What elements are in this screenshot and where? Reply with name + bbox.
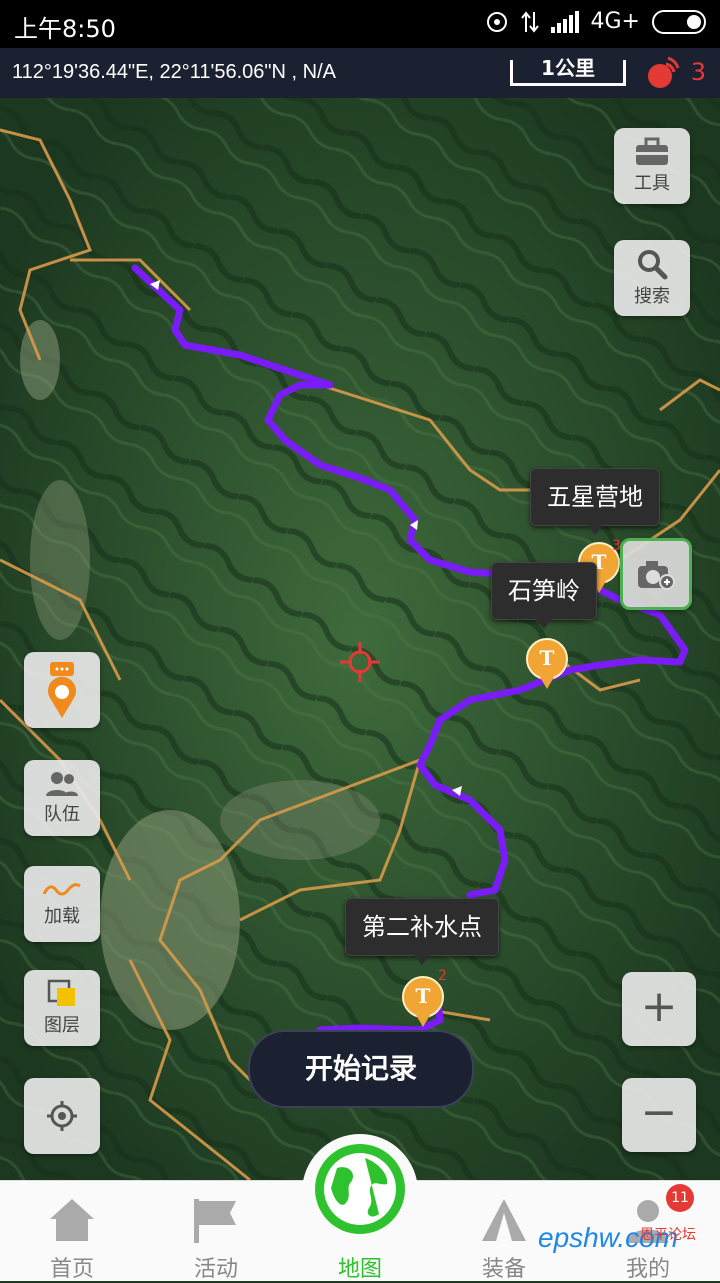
globe-icon — [315, 1144, 405, 1234]
map-canvas[interactable] — [0, 98, 720, 1180]
map-scale: 1公里 — [510, 58, 626, 86]
signal-icon — [550, 10, 579, 33]
location-share-button[interactable] — [24, 652, 100, 728]
home-icon — [50, 1199, 94, 1241]
status-time: 上午8:50 — [14, 15, 116, 43]
team-icon — [46, 772, 78, 796]
nav-map-label: 地图 — [337, 1257, 382, 1282]
pin-number: 2 — [438, 968, 447, 984]
layers-icon — [47, 979, 75, 1006]
layers-button[interactable]: 图层 — [24, 970, 100, 1046]
zoom-in-button[interactable]: + — [622, 972, 696, 1046]
flag-icon — [194, 1199, 236, 1243]
load-label: 加载 — [44, 906, 80, 927]
status-icons: 4G+ — [485, 9, 706, 34]
load-track-button[interactable]: 加载 — [24, 866, 100, 942]
tools-button[interactable]: 工具 — [614, 128, 690, 204]
nav-home-label: 首页 — [49, 1257, 94, 1282]
camera-button[interactable] — [620, 538, 692, 610]
nav-activity-label: 活动 — [193, 1257, 238, 1282]
clearing — [100, 810, 240, 1030]
nav-profile-label: 我的 — [625, 1257, 670, 1282]
watermark-small: 恩平论坛 — [640, 1227, 696, 1243]
notification-badge: 11 — [666, 1184, 694, 1212]
clearing — [220, 780, 380, 860]
map-view[interactable] — [0, 98, 720, 1180]
track-wave-icon — [42, 883, 81, 896]
zoom-out-button[interactable]: − — [622, 1078, 696, 1152]
search-icon — [638, 250, 668, 280]
status-bar: 上午8:50 4G+ — [0, 0, 720, 48]
satellite-count: 3 — [690, 58, 706, 86]
search-button[interactable]: 搜索 — [614, 240, 690, 316]
network-type: 4G+ — [590, 9, 640, 34]
team-button[interactable]: 队伍 — [24, 760, 100, 836]
battery-icon — [652, 9, 706, 34]
coordinate-readout: 112°19'36.44"E, 22°11'56.06"N , N/A — [12, 61, 336, 83]
waypoint-label-water[interactable]: 第二补水点 — [345, 898, 499, 965]
nav-gear-label: 装备 — [481, 1257, 526, 1282]
map-tab-button[interactable] — [302, 1134, 418, 1250]
nav-activity[interactable]: 活动 — [144, 1181, 288, 1282]
locate-icon — [47, 1101, 77, 1131]
camera-icon — [638, 561, 675, 590]
team-label: 队伍 — [44, 804, 80, 825]
chat-pin-icon — [48, 662, 76, 718]
waypoint-pin-ridge[interactable]: T — [526, 638, 568, 689]
nav-home[interactable]: 首页 — [0, 1181, 144, 1282]
waypoint-label-ridge[interactable]: 石笋岭 — [491, 562, 597, 629]
hotspot-icon — [486, 11, 507, 32]
search-label: 搜索 — [634, 286, 670, 307]
start-record-button[interactable]: 开始记录 — [248, 1030, 474, 1108]
tent-icon — [482, 1199, 526, 1241]
clearing — [30, 480, 90, 640]
waypoint-label-campsite[interactable]: 五星营地 — [530, 468, 660, 535]
toolbox-icon — [636, 137, 668, 165]
data-arrows-icon — [520, 10, 539, 33]
layers-label: 图层 — [44, 1015, 80, 1036]
tools-label: 工具 — [634, 173, 670, 194]
satellite-icon — [648, 56, 680, 88]
locate-button[interactable] — [24, 1078, 100, 1154]
